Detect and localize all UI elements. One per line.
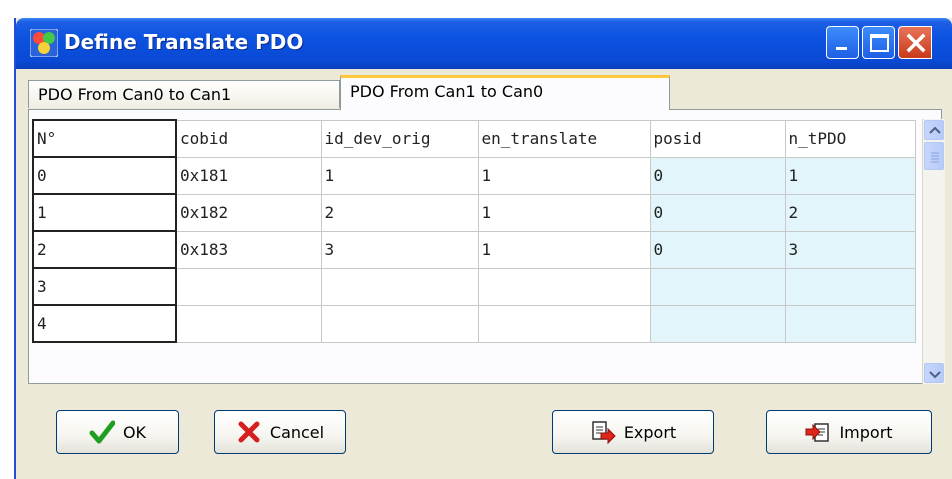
table-row: 1 0x182 2 1 0 2 — [32, 193, 916, 232]
column-header-en-translate[interactable]: en_translate — [477, 119, 651, 158]
scroll-thumb[interactable] — [924, 142, 944, 170]
import-button-label: Import — [839, 422, 893, 442]
table-cell[interactable] — [477, 304, 651, 343]
column-header-id-dev-orig[interactable]: id_dev_orig — [320, 119, 479, 158]
table-cell[interactable]: 0x181 — [175, 156, 322, 195]
table-header-row: N° cobid id_dev_orig en_translate posid … — [32, 119, 916, 158]
row-number-cell[interactable]: 0 — [32, 156, 177, 195]
table-row: 2 0x183 3 1 0 3 — [32, 230, 916, 269]
export-button-label: Export — [623, 422, 677, 442]
table-cell[interactable] — [320, 304, 479, 343]
table-cell[interactable]: 0 — [649, 156, 786, 195]
close-icon — [906, 33, 926, 53]
import-icon — [805, 419, 831, 445]
chevron-down-icon — [929, 371, 941, 379]
export-button[interactable]: Export — [552, 410, 714, 454]
ok-button-label: OK — [122, 422, 147, 442]
table-cell[interactable]: 1 — [477, 193, 651, 232]
table-cell[interactable]: 0x182 — [175, 193, 322, 232]
vertical-scrollbar[interactable] — [922, 119, 945, 384]
chevron-up-icon — [929, 126, 941, 134]
table-cell[interactable]: 3 — [320, 230, 479, 269]
table-cell[interactable]: 0x183 — [175, 230, 322, 269]
row-number-cell[interactable]: 3 — [32, 267, 177, 306]
grip-icon — [931, 152, 939, 163]
close-button[interactable] — [898, 26, 932, 59]
table-cell[interactable]: 1 — [784, 156, 916, 195]
dialog-window: Define Translate PDO PDO From Can0 to Ca… — [14, 18, 952, 479]
export-icon — [590, 419, 616, 445]
minimize-button[interactable] — [826, 26, 859, 59]
table-row: 3 — [32, 267, 916, 306]
app-icon — [30, 29, 58, 57]
tab-pdo-can0-to-can1[interactable]: PDO From Can0 to Can1 — [28, 80, 340, 108]
column-header-n[interactable]: N° — [32, 119, 177, 158]
x-icon — [236, 419, 262, 445]
tab-pdo-can1-to-can0[interactable]: PDO From Can1 to Can0 — [340, 75, 670, 110]
checkmark-icon — [89, 419, 116, 445]
tab-strip: PDO From Can0 to Can1 PDO From Can1 to C… — [28, 75, 952, 110]
pdo-table-grid: N° cobid id_dev_orig en_translate posid … — [32, 119, 945, 386]
table-cell[interactable] — [784, 304, 916, 343]
table-cell[interactable]: 2 — [784, 193, 916, 232]
table-cell[interactable] — [175, 267, 322, 306]
title-bar[interactable]: Define Translate PDO — [16, 18, 952, 69]
row-number-cell[interactable]: 1 — [32, 193, 177, 232]
column-header-cobid[interactable]: cobid — [175, 119, 322, 158]
scroll-up-button[interactable] — [924, 120, 944, 140]
cancel-button[interactable]: Cancel — [214, 410, 346, 454]
row-number-cell[interactable]: 2 — [32, 230, 177, 269]
table-cell[interactable]: 3 — [784, 230, 916, 269]
table-cell[interactable]: 0 — [649, 193, 786, 232]
maximize-button[interactable] — [862, 26, 895, 59]
ok-button[interactable]: OK — [56, 410, 179, 454]
column-header-posid[interactable]: posid — [649, 119, 786, 158]
table-cell[interactable]: 0 — [649, 230, 786, 269]
table-cell[interactable]: 2 — [320, 193, 479, 232]
table-cell[interactable] — [175, 304, 322, 343]
minimize-icon — [836, 47, 847, 50]
table-row: 0 0x181 1 1 0 1 — [32, 156, 916, 195]
table-cell[interactable] — [784, 267, 916, 306]
table-cell[interactable]: 1 — [477, 230, 651, 269]
import-button[interactable]: Import — [766, 410, 932, 454]
dialog-buttons-bar: OK Cancel Export Import — [28, 398, 942, 473]
maximize-icon — [870, 34, 889, 52]
pdo-table: N° cobid id_dev_orig en_translate posid … — [32, 119, 916, 343]
table-cell[interactable] — [477, 267, 651, 306]
table-cell[interactable]: 1 — [477, 156, 651, 195]
table-cell[interactable] — [320, 267, 479, 306]
row-number-cell[interactable]: 4 — [32, 304, 177, 343]
table-cell[interactable]: 1 — [320, 156, 479, 195]
window-title: Define Translate PDO — [64, 30, 304, 54]
scroll-down-button[interactable] — [924, 363, 944, 383]
column-header-n-tpdo[interactable]: n_tPDO — [784, 119, 916, 158]
table-cell[interactable] — [649, 304, 786, 343]
table-cell[interactable] — [649, 267, 786, 306]
cancel-button-label: Cancel — [269, 422, 325, 442]
table-row: 4 — [32, 304, 916, 343]
